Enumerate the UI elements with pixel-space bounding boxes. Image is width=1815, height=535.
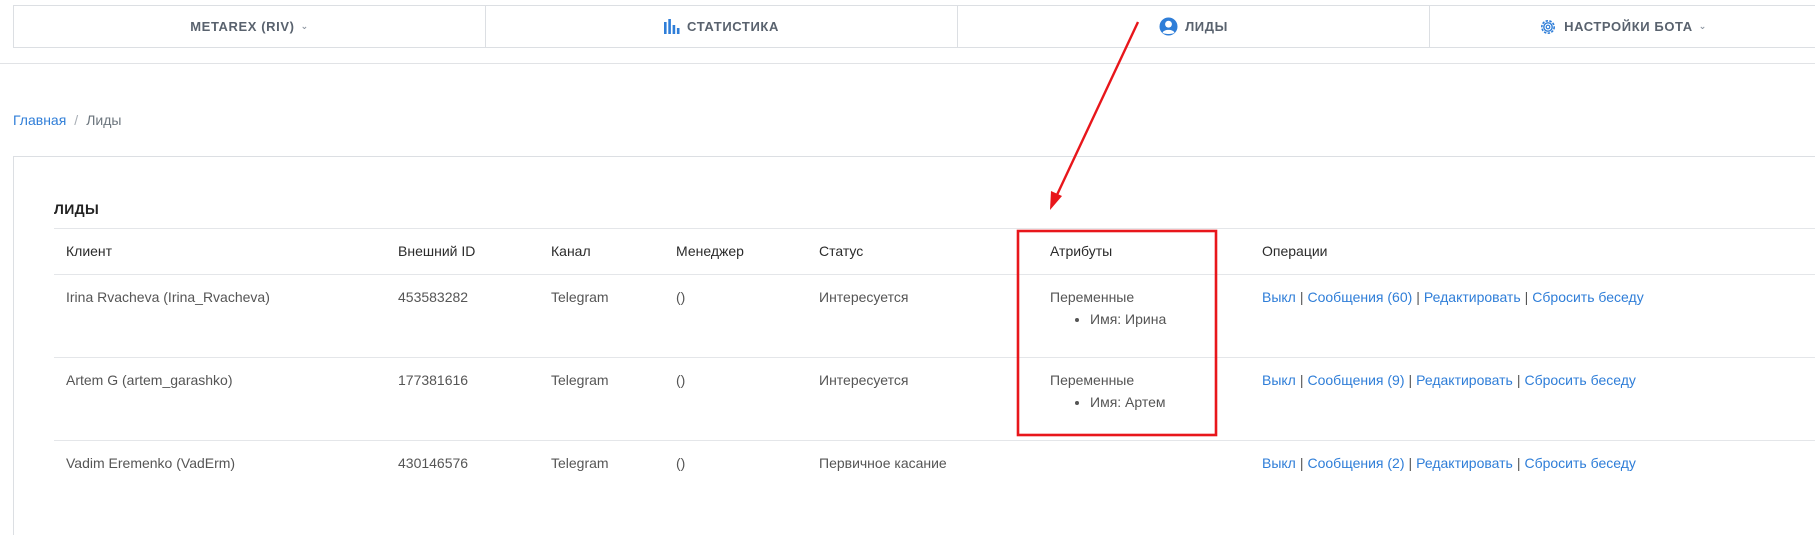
manager: () bbox=[676, 289, 686, 305]
ops-separator: | bbox=[1516, 455, 1521, 471]
attributes-title: Переменные bbox=[1050, 372, 1135, 388]
operations: Выкл | Сообщения (2) | Редактировать | Сбросит… bbox=[1262, 455, 1636, 471]
nav-project-label: METAREX (RIV) bbox=[190, 19, 295, 34]
breadcrumb: Главная / Лиды bbox=[13, 112, 121, 128]
edit-link[interactable]: Редактировать bbox=[1424, 289, 1521, 305]
manager: () bbox=[676, 455, 686, 471]
ops-separator: | bbox=[1516, 372, 1521, 388]
ops-separator: | bbox=[1416, 289, 1420, 305]
nav-project-dropdown[interactable]: METAREX (RIV) ⌄ bbox=[14, 6, 486, 47]
column-header-manager: Менеджер bbox=[676, 243, 744, 259]
breadcrumb-separator: / bbox=[74, 112, 79, 128]
messages-link[interactable]: Сообщения (2) bbox=[1308, 455, 1405, 471]
chevron-down-icon: ⌄ bbox=[1698, 21, 1707, 31]
leads-card: ЛИДЫ Клиент Внешний ID Канал Менеджер Ст… bbox=[13, 156, 1815, 535]
column-header-operations: Операции bbox=[1262, 243, 1328, 259]
nav-statistics-label: СТАТИСТИКА bbox=[687, 19, 779, 34]
messages-link[interactable]: Сообщения (60) bbox=[1308, 289, 1413, 305]
ops-separator: | bbox=[1299, 289, 1304, 305]
table-header-row: Клиент Внешний ID Канал Менеджер Статус … bbox=[54, 228, 1815, 274]
column-header-status: Статус bbox=[819, 243, 864, 259]
nav-bot-settings-label: НАСТРОЙКИ БОТА bbox=[1564, 19, 1693, 34]
operations: Выкл | Сообщения (60) | Редактировать | Сброси… bbox=[1262, 289, 1644, 305]
chevron-down-icon: ⌄ bbox=[300, 21, 309, 31]
column-header-external-id: Внешний ID bbox=[398, 243, 476, 259]
reset-chat-link[interactable]: Сбросить беседу bbox=[1532, 289, 1643, 305]
nav-leads[interactable]: ЛИДЫ bbox=[958, 6, 1430, 47]
disable-link[interactable]: Выкл bbox=[1262, 455, 1296, 471]
attributes-list: Имя: Артем bbox=[1090, 394, 1166, 410]
ops-separator: | bbox=[1408, 372, 1413, 388]
edit-link[interactable]: Редактировать bbox=[1416, 455, 1513, 471]
column-header-channel: Канал bbox=[551, 243, 591, 259]
client-name: Irina Rvacheva (Irina_Rvacheva) bbox=[66, 289, 270, 305]
ops-separator: | bbox=[1299, 372, 1304, 388]
client-name: Vadim Eremenko (VadErm) bbox=[66, 455, 236, 471]
edit-link[interactable]: Редактировать bbox=[1416, 372, 1513, 388]
status: Интересуется bbox=[819, 372, 909, 388]
gear-icon bbox=[1539, 18, 1557, 36]
attributes-title: Переменные bbox=[1050, 289, 1135, 305]
messages-link[interactable]: Сообщения (9) bbox=[1308, 372, 1405, 388]
status: Интересуется bbox=[819, 289, 909, 305]
status: Первичное касание bbox=[819, 455, 947, 471]
reset-chat-link[interactable]: Сбросить беседу bbox=[1524, 455, 1635, 471]
table-row: Artem G (artem_garashko) 177381616 Teleg… bbox=[54, 357, 1815, 440]
external-id: 430146576 bbox=[398, 455, 469, 471]
top-nav: METAREX (RIV) ⌄ СТАТИСТИКА ЛИДЫ НАСТРОЙК… bbox=[13, 5, 1815, 48]
reset-chat-link[interactable]: Сбросить беседу bbox=[1524, 372, 1635, 388]
nav-bot-settings-dropdown[interactable]: НАСТРОЙКИ БОТА ⌄ bbox=[1430, 6, 1815, 47]
manager: () bbox=[676, 372, 686, 388]
client-name: Artem G (artem_garashko) bbox=[66, 372, 233, 388]
disable-link[interactable]: Выкл bbox=[1262, 372, 1296, 388]
attributes-list: Имя: Ирина bbox=[1090, 311, 1166, 327]
table-row: Irina Rvacheva (Irina_Rvacheva) 45358328… bbox=[54, 274, 1815, 357]
bar-chart-icon bbox=[664, 19, 680, 34]
external-id: 453583282 bbox=[398, 289, 469, 305]
disable-link[interactable]: Выкл bbox=[1262, 289, 1296, 305]
nav-statistics[interactable]: СТАТИСТИКА bbox=[486, 6, 958, 47]
channel: Telegram bbox=[551, 372, 609, 388]
ops-separator: | bbox=[1299, 455, 1304, 471]
ops-separator: | bbox=[1524, 289, 1529, 305]
attributes: Переменные Имя: Артем bbox=[1050, 372, 1166, 410]
operations: Выкл | Сообщения (9) | Редактировать | Сбросит… bbox=[1262, 372, 1636, 388]
leads-table: Клиент Внешний ID Канал Менеджер Статус … bbox=[54, 228, 1815, 523]
external-id: 177381616 bbox=[398, 372, 469, 388]
nav-leads-label: ЛИДЫ bbox=[1185, 19, 1228, 34]
attribute-item: Имя: Ирина bbox=[1090, 311, 1166, 327]
channel: Telegram bbox=[551, 455, 609, 471]
ops-separator: | bbox=[1408, 455, 1413, 471]
leads-title: ЛИДЫ bbox=[54, 201, 100, 217]
breadcrumb-current: Лиды bbox=[86, 112, 122, 128]
column-header-attributes: Атрибуты bbox=[1050, 243, 1113, 259]
table-row: Vadim Eremenko (VadErm) 430146576 Telegr… bbox=[54, 440, 1815, 523]
attributes: Переменные Имя: Ирина bbox=[1050, 289, 1166, 327]
nav-divider bbox=[0, 63, 1815, 64]
channel: Telegram bbox=[551, 289, 609, 305]
user-icon bbox=[1159, 17, 1178, 36]
column-header-client: Клиент bbox=[66, 243, 113, 259]
attribute-item: Имя: Артем bbox=[1090, 394, 1166, 410]
breadcrumb-home-link[interactable]: Главная bbox=[13, 112, 66, 128]
